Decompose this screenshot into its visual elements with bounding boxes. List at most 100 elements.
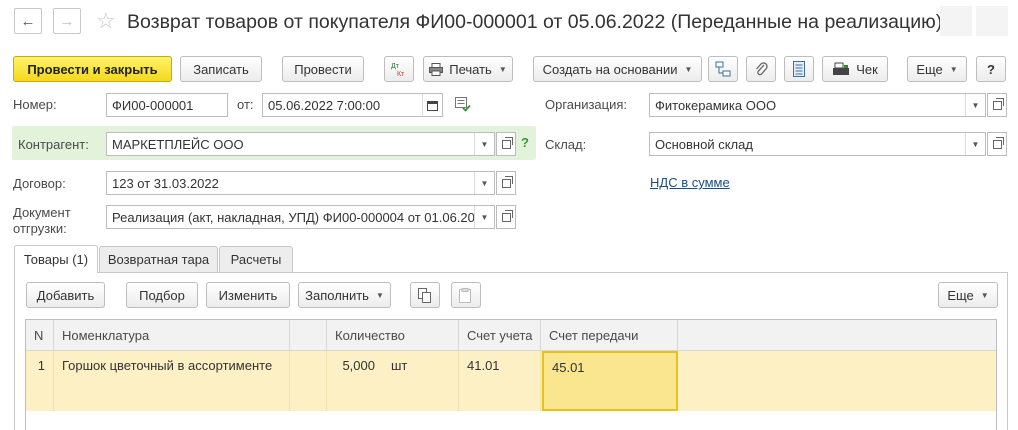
warehouse-label: Склад: <box>545 137 587 152</box>
save-button[interactable]: Записать <box>180 56 262 82</box>
paste-rows-button[interactable] <box>451 282 481 308</box>
chevron-down-icon[interactable]: ▼ <box>965 133 985 155</box>
shipment-doc-open-button[interactable] <box>496 205 516 229</box>
open-link-icon <box>501 175 513 188</box>
paperclip-icon <box>756 62 768 76</box>
vat-link[interactable]: НДС в сумме <box>650 175 730 190</box>
back-button[interactable]: ← <box>14 8 42 34</box>
svg-text:Кт: Кт <box>397 71 405 77</box>
open-link-icon <box>992 136 1004 149</box>
column-header-blank <box>290 320 327 351</box>
column-header-quantity[interactable]: Количество <box>327 320 459 351</box>
contractor-value: МАРКЕТПЛЕЙС ООО <box>112 136 244 152</box>
open-link-icon <box>992 97 1004 110</box>
warehouse-field[interactable]: Основной склад ▼ <box>649 132 986 156</box>
post-and-close-button[interactable]: Провести и закрыть <box>13 56 172 82</box>
receipt-label: Чек <box>856 61 878 77</box>
printer-icon <box>429 62 444 76</box>
print-label: Печать <box>449 61 492 77</box>
report-button[interactable] <box>784 56 814 82</box>
document-list-icon <box>793 61 805 77</box>
more-label: Еще <box>916 61 943 77</box>
receipt-button[interactable]: Чек <box>822 56 888 82</box>
chevron-down-icon: ▼ <box>375 290 384 300</box>
column-header-nomenclature[interactable]: Номенклатура <box>54 320 290 351</box>
debit-credit-icon: ДтКт <box>391 63 405 77</box>
tab-settlements[interactable]: Расчеты <box>219 246 293 272</box>
chevron-down-icon: ▼ <box>980 290 989 300</box>
dt-kt-button[interactable]: Дт Кт <box>384 56 414 82</box>
shipment-doc-field[interactable]: Реализация (акт, накладная, УПД) ФИ00-00… <box>106 205 495 229</box>
favorite-star-icon[interactable]: ☆ <box>96 8 116 34</box>
window-close-button[interactable] <box>976 6 1008 36</box>
shipment-doc-value: Реализация (акт, накладная, УПД) ФИ00-00… <box>112 209 474 225</box>
chevron-down-icon[interactable]: ▼ <box>965 94 985 116</box>
column-header-account[interactable]: Счет учета <box>459 320 541 351</box>
contractor-field[interactable]: МАРКЕТПЛЕЙС ООО ▼ <box>106 132 495 156</box>
table-more-label: Еще <box>947 287 974 303</box>
document-status-icon[interactable] <box>455 97 471 115</box>
nomenclature-cell[interactable]: Горшок цветочный в ассортименте <box>54 351 290 411</box>
tab-returnable-containers[interactable]: Возвратная тара <box>99 246 218 272</box>
fill-label: Заполнить <box>305 287 369 303</box>
arrow-left-icon: ← <box>20 12 36 30</box>
add-row-button[interactable]: Добавить <box>26 282 105 308</box>
more-button[interactable]: Еще ▼ <box>907 56 967 82</box>
column-header-filler <box>678 320 996 351</box>
print-button[interactable]: Печать ▼ <box>423 56 513 82</box>
number-field[interactable]: ФИ00-000001 <box>106 93 228 117</box>
contract-field[interactable]: 123 от 31.03.2022 ▼ <box>106 171 495 195</box>
copy-rows-button[interactable] <box>410 282 440 308</box>
create-based-label: Создать на основании <box>542 61 678 77</box>
transfer-account-cell[interactable]: 45.01 <box>542 351 678 411</box>
column-header-transfer-account[interactable]: Счет передачи <box>541 320 678 351</box>
create-based-on-button[interactable]: Создать на основании ▼ <box>533 56 702 82</box>
structure-button[interactable] <box>708 56 738 82</box>
organization-open-button[interactable] <box>987 93 1007 117</box>
copy-icon <box>418 287 431 303</box>
shipment-doc-label-line1: Документ <box>13 205 71 220</box>
chevron-down-icon: ▼ <box>684 64 693 74</box>
account-cell[interactable]: 41.01 <box>459 351 541 411</box>
quantity-cell[interactable]: 5,000 <box>327 351 383 411</box>
tab-goods[interactable]: Товары (1) <box>14 245 98 273</box>
hierarchy-icon <box>715 61 731 77</box>
contractor-help-icon[interactable]: ? <box>521 135 529 150</box>
help-button[interactable]: ? <box>976 56 1006 82</box>
page-title: Возврат товаров от покупателя ФИ00-00000… <box>127 11 943 33</box>
attach-files-button[interactable] <box>746 56 776 82</box>
row-number-cell[interactable]: 1 <box>26 351 54 411</box>
fill-button[interactable]: Заполнить ▼ <box>298 282 391 308</box>
calendar-icon[interactable] <box>422 94 442 116</box>
blank-cell <box>290 351 327 411</box>
open-link-icon <box>501 136 513 149</box>
goods-table: N Номенклатура Количество Счет учета Сче… <box>25 319 997 430</box>
edit-button[interactable]: Изменить <box>206 282 290 308</box>
chevron-down-icon[interactable]: ▼ <box>474 172 494 194</box>
window-menu-button[interactable] <box>940 6 972 36</box>
chevron-down-icon[interactable]: ▼ <box>474 133 494 155</box>
post-button[interactable]: Провести <box>282 56 364 82</box>
forward-button[interactable]: → <box>53 8 81 34</box>
arrow-right-icon: → <box>59 12 75 30</box>
table-more-button[interactable]: Еще ▼ <box>938 282 998 308</box>
pick-button[interactable]: Подбор <box>126 282 198 308</box>
date-field[interactable]: 05.06.2022 7:00:00 <box>262 93 443 117</box>
contractor-open-button[interactable] <box>496 132 516 156</box>
number-label: Номер: <box>13 97 57 112</box>
paste-icon <box>459 287 471 303</box>
warehouse-value: Основной склад <box>655 136 753 152</box>
cash-register-icon <box>832 62 850 76</box>
contract-value: 123 от 31.03.2022 <box>112 175 219 191</box>
contract-label: Договор: <box>13 176 66 191</box>
date-label: от: <box>237 97 254 112</box>
contract-open-button[interactable] <box>496 171 516 195</box>
organization-field[interactable]: Фитокерамика ООО ▼ <box>649 93 986 117</box>
warehouse-open-button[interactable] <box>987 132 1007 156</box>
chevron-down-icon[interactable]: ▼ <box>474 206 494 228</box>
organization-label: Организация: <box>545 97 628 112</box>
chevron-down-icon: ▼ <box>949 64 958 74</box>
chevron-down-icon: ▼ <box>498 64 507 74</box>
column-header-n[interactable]: N <box>26 320 54 351</box>
unit-cell[interactable]: шт <box>383 351 459 411</box>
